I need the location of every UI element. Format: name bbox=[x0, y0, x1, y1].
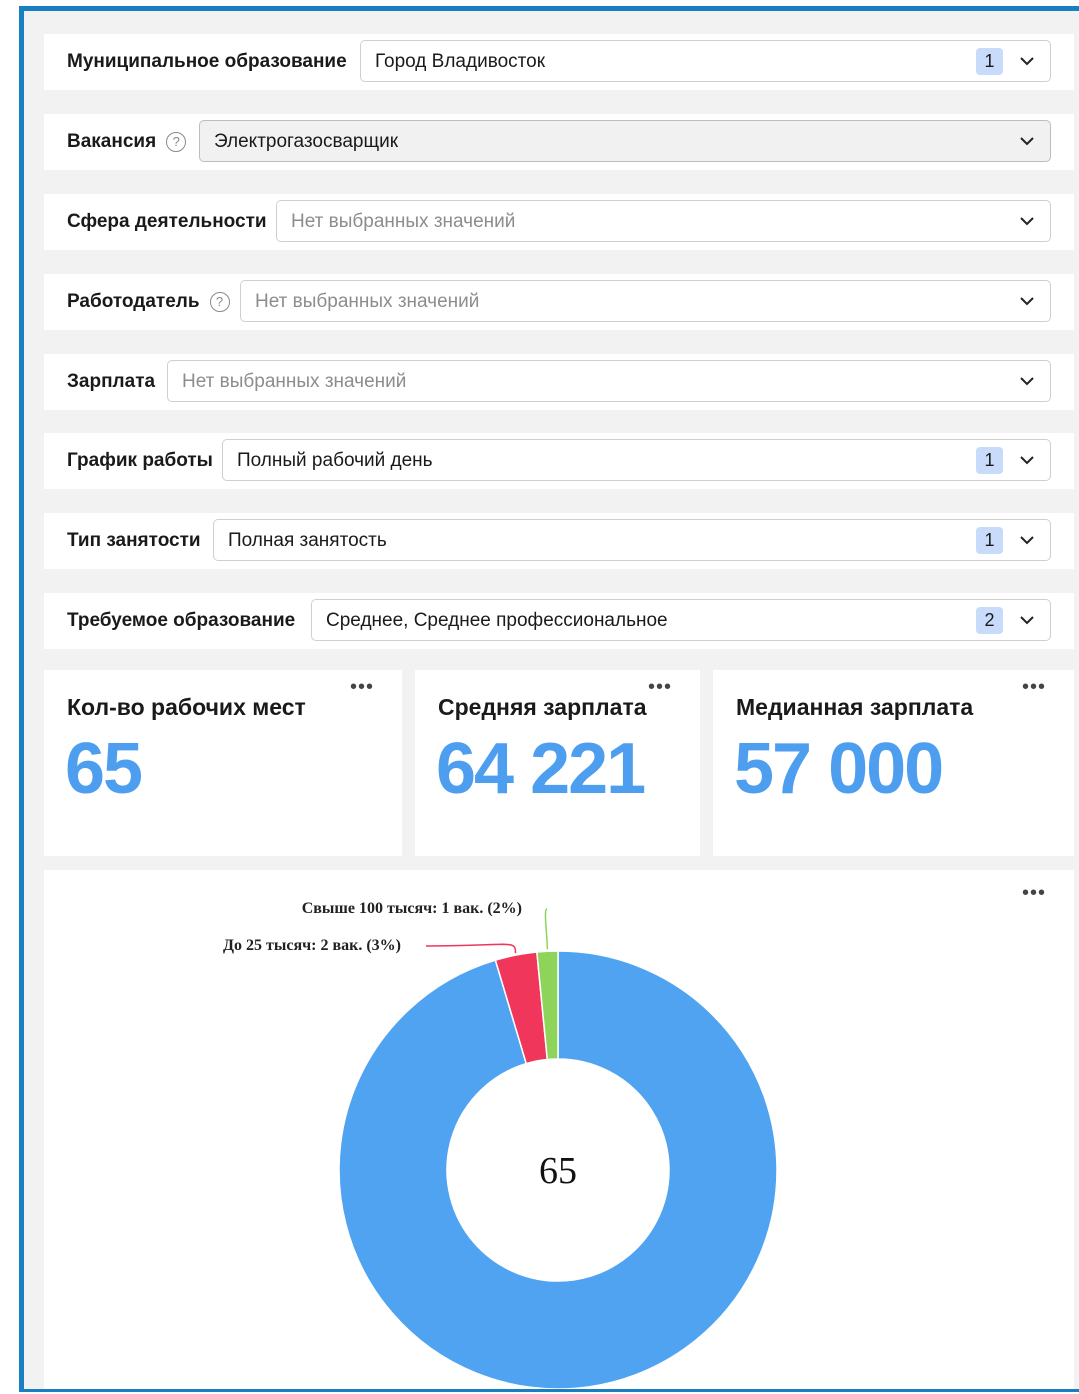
chevron-down-icon bbox=[1020, 616, 1034, 625]
filter-municipality: Муниципальное образование Город Владивос… bbox=[44, 34, 1074, 90]
chevron-down-icon bbox=[1020, 217, 1034, 226]
filter-employment-type: Тип занятости Полная занятость 1 bbox=[44, 513, 1074, 569]
more-options-icon[interactable]: ••• bbox=[648, 677, 672, 697]
kpi-title: Средняя зарплата bbox=[438, 694, 647, 720]
schedule-select[interactable]: Полный рабочий день 1 bbox=[222, 439, 1051, 481]
kpi-card-jobs: Кол-во рабочих мест 65 ••• bbox=[44, 670, 402, 856]
kpi-card-avg-salary: Средняя зарплата 64 221 ••• bbox=[415, 670, 700, 856]
chevron-down-icon bbox=[1020, 456, 1034, 465]
filter-label: Зарплата bbox=[67, 371, 156, 392]
filter-label: График работы bbox=[67, 450, 213, 471]
chevron-down-icon bbox=[1020, 536, 1034, 545]
more-options-icon[interactable]: ••• bbox=[350, 677, 374, 697]
select-value: Полная занятость bbox=[228, 530, 387, 551]
industry-select[interactable]: Нет выбранных значений bbox=[276, 200, 1051, 242]
slice-data-label: До 25 тысяч: 2 вак. (3%) bbox=[223, 937, 401, 954]
selected-count-badge: 2 bbox=[976, 607, 1003, 634]
municipality-select[interactable]: Город Владивосток 1 bbox=[360, 40, 1051, 82]
dashboard-frame: Муниципальное образование Город Владивос… bbox=[19, 6, 1079, 1392]
employment-type-select[interactable]: Полная занятость 1 bbox=[213, 519, 1051, 561]
chart-center-label: 65 bbox=[539, 1150, 577, 1192]
filter-label: Муниципальное образование bbox=[67, 51, 347, 72]
select-placeholder: Нет выбранных значений bbox=[291, 211, 516, 232]
selected-count-badge: 1 bbox=[976, 527, 1003, 554]
select-value: Среднее, Среднее профессиональное bbox=[326, 610, 668, 631]
help-icon[interactable]: ? bbox=[209, 292, 230, 312]
select-placeholder: Нет выбранных значений bbox=[255, 291, 480, 312]
kpi-value: 57 000 bbox=[734, 729, 944, 809]
salary-distribution-chart-card: ••• 65 До 25 тысяч: 2 вак. (3%) Свыше 100… bbox=[44, 870, 1074, 1389]
kpi-value: 65 bbox=[65, 729, 143, 809]
filter-label: Тип занятости bbox=[67, 530, 201, 551]
chevron-down-icon bbox=[1020, 137, 1034, 146]
filter-vacancy: Вакансия? Электрогазосварщик bbox=[44, 114, 1074, 170]
donut-chart: 65 До 25 тысяч: 2 вак. (3%) Свыше 100 тыс… bbox=[223, 900, 778, 1389]
help-icon[interactable]: ? bbox=[166, 132, 187, 152]
select-value: Электрогазосварщик bbox=[214, 131, 399, 152]
employer-select[interactable]: Нет выбранных значений bbox=[240, 280, 1051, 322]
filter-salary: Зарплата Нет выбранных значений bbox=[44, 354, 1074, 410]
slice-data-label: Свыше 100 тысяч: 1 вак. (2%) bbox=[302, 900, 522, 917]
education-select[interactable]: Среднее, Среднее профессиональное 2 bbox=[311, 599, 1051, 641]
chevron-down-icon bbox=[1020, 57, 1034, 66]
chevron-down-icon bbox=[1020, 297, 1034, 306]
kpi-value: 64 221 bbox=[436, 729, 646, 809]
label-leader-line bbox=[544, 908, 549, 950]
more-options-icon[interactable]: ••• bbox=[1022, 677, 1046, 697]
chevron-down-icon bbox=[1020, 377, 1034, 386]
filter-education: Требуемое образование Среднее, Среднее п… bbox=[44, 593, 1074, 649]
selected-count-badge: 1 bbox=[976, 48, 1003, 75]
select-value: Город Владивосток bbox=[375, 51, 546, 72]
filter-employer: Работодатель? Нет выбранных значений bbox=[44, 274, 1074, 330]
select-placeholder: Нет выбранных значений bbox=[182, 371, 407, 392]
filter-label: Работодатель bbox=[67, 291, 200, 312]
filter-label: Вакансия bbox=[67, 131, 157, 152]
filter-label: Требуемое образование bbox=[67, 610, 296, 631]
kpi-title: Кол-во рабочих мест bbox=[67, 694, 306, 720]
filter-label: Сфера деятельности bbox=[67, 211, 267, 232]
select-value: Полный рабочий день bbox=[237, 450, 433, 471]
filter-schedule: График работы Полный рабочий день 1 bbox=[44, 433, 1074, 489]
filter-industry: Сфера деятельности Нет выбранных значени… bbox=[44, 194, 1074, 250]
selected-count-badge: 1 bbox=[976, 447, 1003, 474]
label-leader-line bbox=[425, 943, 517, 954]
kpi-title: Медианная зарплата bbox=[736, 694, 974, 720]
kpi-card-median-salary: Медианная зарплата 57 000 ••• bbox=[713, 670, 1074, 856]
vacancy-select[interactable]: Электрогазосварщик bbox=[199, 120, 1051, 162]
salary-select[interactable]: Нет выбранных значений bbox=[167, 360, 1051, 402]
